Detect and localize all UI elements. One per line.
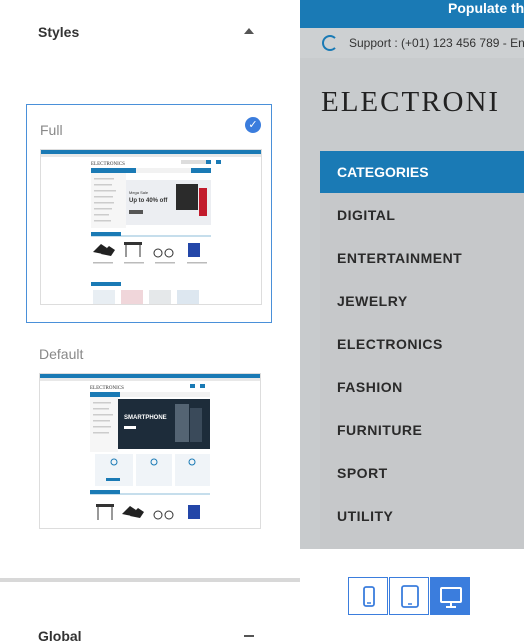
svg-text:Mega Sale: Mega Sale xyxy=(129,190,149,195)
desktop-view-button[interactable] xyxy=(430,577,470,615)
preview-brand: ELECTRONI xyxy=(321,86,501,118)
preview-categories-header: CATEGORIES xyxy=(320,151,524,193)
style-option-label: Default xyxy=(39,346,84,362)
site-preview: Populate th Support : (+01) 123 456 789 … xyxy=(300,0,524,637)
category-item: ELECTRONICS xyxy=(337,336,443,352)
thumb-default-banner: SMARTPHONE xyxy=(124,415,167,421)
style-option-label: Full xyxy=(40,122,63,138)
preview-topbar: Populate th xyxy=(300,0,524,28)
tablet-view-button[interactable] xyxy=(389,577,429,615)
style-option-default[interactable]: Default ELECTRONICS SMARTPHONE xyxy=(26,337,272,537)
styles-panel: Styles Full ✓ ELECTRONICS Mega Sale Up t… xyxy=(0,0,300,644)
category-item: ENTERTAINMENT xyxy=(337,250,463,266)
global-section-title[interactable]: Global xyxy=(38,628,82,644)
preview-support-text: Support : (+01) 123 456 789 - En xyxy=(349,36,524,50)
desktop-icon xyxy=(440,587,462,608)
category-item: JEWELRY xyxy=(337,293,408,309)
category-item: UTILITY xyxy=(337,508,394,524)
categories-title: CATEGORIES xyxy=(337,164,429,180)
collapse-caret-icon[interactable] xyxy=(244,28,254,34)
category-item: DIGITAL xyxy=(337,207,396,223)
preview-categories-list: DIGITAL ENTERTAINMENT JEWELRY ELECTRONIC… xyxy=(320,193,524,549)
preview-topbar-text: Populate th xyxy=(448,0,524,16)
thumb-full-banner: Up to 40% off xyxy=(129,198,168,204)
mobile-icon xyxy=(363,586,375,607)
tablet-icon xyxy=(401,585,419,608)
thumb-brand: ELECTRONICS xyxy=(90,386,124,391)
category-item: FASHION xyxy=(337,379,403,395)
style-thumbnail-default: ELECTRONICS SMARTPHONE xyxy=(39,373,261,529)
check-icon: ✓ xyxy=(245,117,261,133)
styles-section-title[interactable]: Styles xyxy=(38,24,79,40)
support-icon xyxy=(322,35,338,51)
mobile-view-button[interactable] xyxy=(348,577,388,615)
device-toolbar xyxy=(300,549,524,637)
thumb-brand: ELECTRONICS xyxy=(91,162,125,167)
global-section: Global xyxy=(0,582,300,644)
category-item: FURNITURE xyxy=(337,422,423,438)
style-option-full[interactable]: Full ✓ ELECTRONICS Mega Sale Up to 40% o… xyxy=(26,104,272,323)
style-thumbnail-full: ELECTRONICS Mega Sale Up to 40% off xyxy=(40,149,262,305)
preview-support-bar: Support : (+01) 123 456 789 - En xyxy=(300,28,524,58)
category-item: SPORT xyxy=(337,465,388,481)
